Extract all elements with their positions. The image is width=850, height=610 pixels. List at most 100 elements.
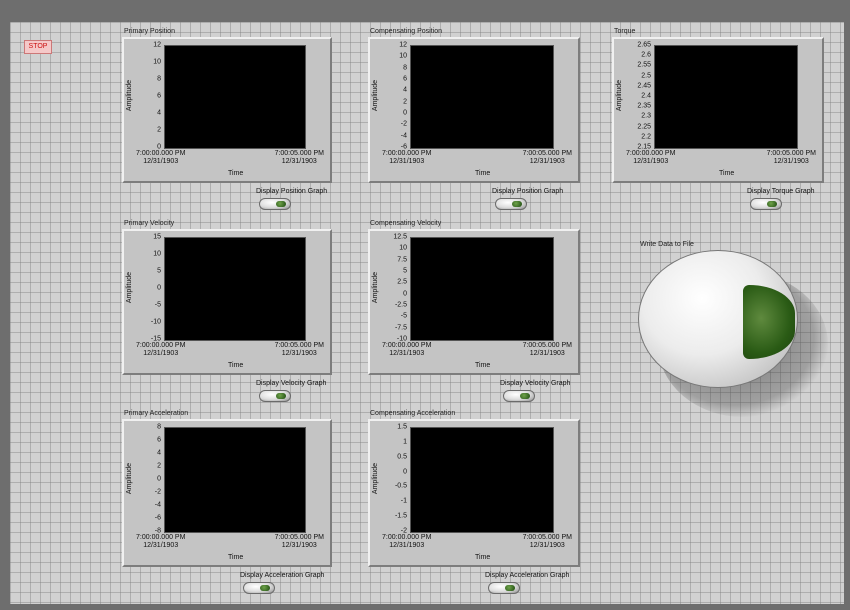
x-end-date: 12/31/1903 bbox=[281, 158, 317, 165]
x-end-time: 7:00:05.000 PM bbox=[274, 150, 324, 157]
x-axis-label: Time bbox=[475, 554, 491, 561]
x-end-date: 12/31/1903 bbox=[529, 542, 565, 549]
x-end-date: 12/31/1903 bbox=[281, 350, 317, 357]
x-start-time: 7:00:00.000 PM bbox=[382, 150, 432, 157]
x-end-time: 7:00:05.000 PM bbox=[522, 342, 572, 349]
y-tick-label: 4 bbox=[403, 86, 407, 94]
plot-area[interactable] bbox=[410, 237, 554, 341]
x-start-label: 7:00:00.000 PM 12/31/1903 bbox=[382, 342, 431, 358]
graph-title: Compensating Acceleration bbox=[370, 410, 456, 417]
x-end-date: 12/31/1903 bbox=[281, 542, 317, 549]
x-axis-label: Time bbox=[719, 170, 735, 177]
primary-position-graph: Primary Position 12 10 8 6 4 2 0 Amplitude 7:00:0… bbox=[122, 28, 332, 183]
x-start-label: 7:00:00.000 PM 12/31/1903 bbox=[136, 150, 185, 166]
y-tick-label: 2.5 bbox=[641, 72, 651, 80]
plot-area[interactable] bbox=[654, 45, 798, 149]
y-tick-label: 8 bbox=[157, 75, 161, 83]
y-tick-label: 2.55 bbox=[637, 61, 651, 69]
x-start-date: 12/31/1903 bbox=[389, 158, 425, 165]
display-graph-toggle-label: Display Acceleration Graph bbox=[485, 572, 570, 579]
graph-title: Primary Velocity bbox=[124, 220, 175, 227]
x-start-time: 7:00:00.000 PM bbox=[136, 534, 186, 541]
y-tick-label: 6 bbox=[157, 436, 161, 444]
y-tick-label: 10 bbox=[399, 52, 407, 60]
compensating-acceleration-graph: Compensating Acceleration 1.5 1 0.5 0 -0.5 -1 -… bbox=[368, 410, 580, 567]
y-tick-label: 4 bbox=[157, 449, 161, 457]
y-tick-label: -4 bbox=[154, 501, 161, 509]
y-tick-label: -2 bbox=[154, 488, 161, 496]
display-graph-toggle-label: Display Velocity Graph bbox=[500, 380, 571, 387]
display-graph-toggle[interactable] bbox=[243, 580, 277, 594]
y-tick-label: -1 bbox=[400, 497, 407, 505]
display-graph-toggle[interactable] bbox=[259, 196, 293, 210]
y-tick-label: 0 bbox=[403, 290, 407, 298]
compensating-position-graph: Compensating Position 12 10 8 6 4 2 0 -2 -4 -6 Ampl… bbox=[368, 28, 580, 183]
plot-area[interactable] bbox=[410, 45, 554, 149]
x-start-time: 7:00:00.000 PM bbox=[136, 342, 186, 349]
display-graph-toggle[interactable] bbox=[495, 196, 529, 210]
x-start-date: 12/31/1903 bbox=[143, 542, 179, 549]
plot-area[interactable] bbox=[164, 45, 306, 149]
x-end-label: 7:00:05.000 PM 12/31/1903 bbox=[523, 150, 572, 166]
x-start-label: 7:00:00.000 PM 12/31/1903 bbox=[626, 150, 675, 166]
stop-button[interactable]: STOP bbox=[24, 40, 52, 54]
y-tick-label: 2.4 bbox=[641, 92, 651, 100]
y-tick-label: 7.5 bbox=[397, 256, 407, 264]
y-tick-label: -5 bbox=[154, 301, 161, 309]
x-start-date: 12/31/1903 bbox=[143, 350, 179, 357]
y-tick-label: 4 bbox=[157, 109, 161, 117]
plot-area[interactable] bbox=[410, 427, 554, 533]
x-start-time: 7:00:00.000 PM bbox=[626, 150, 676, 157]
x-end-time: 7:00:05.000 PM bbox=[766, 150, 816, 157]
display-graph-toggle[interactable] bbox=[259, 388, 293, 402]
display-graph-toggle[interactable] bbox=[503, 388, 537, 402]
display-graph-toggle[interactable] bbox=[488, 580, 522, 594]
y-tick-label: 1 bbox=[403, 438, 407, 446]
display-graph-toggle-label: Display Position Graph bbox=[256, 188, 328, 195]
y-axis-label: Amplitude bbox=[126, 79, 134, 112]
led-indicator-icon bbox=[260, 585, 270, 591]
x-end-label: 7:00:05.000 PM 12/31/1903 bbox=[523, 342, 572, 358]
toggle-body bbox=[495, 198, 527, 210]
display-graph-toggle-label: Display Position Graph bbox=[492, 188, 564, 195]
display-graph-toggle-label: Display Velocity Graph bbox=[256, 380, 327, 387]
toggle-body bbox=[259, 198, 291, 210]
y-tick-label: 6 bbox=[157, 92, 161, 100]
y-tick-label: 10 bbox=[153, 58, 161, 66]
x-start-label: 7:00:00.000 PM 12/31/1903 bbox=[136, 342, 185, 358]
y-axis-label: Amplitude bbox=[126, 271, 134, 304]
x-axis-label: Time bbox=[475, 170, 491, 177]
led-indicator-icon bbox=[276, 201, 286, 207]
display-graph-toggle[interactable] bbox=[750, 196, 784, 210]
y-tick-label: 12 bbox=[399, 41, 407, 49]
led-indicator-icon bbox=[520, 393, 530, 399]
y-tick-label: -5 bbox=[400, 312, 407, 320]
y-axis-label: Amplitude bbox=[372, 462, 380, 495]
x-end-date: 12/31/1903 bbox=[529, 158, 565, 165]
y-tick-label: -4 bbox=[400, 132, 407, 140]
x-start-date: 12/31/1903 bbox=[389, 542, 425, 549]
plot-area[interactable] bbox=[164, 427, 306, 533]
x-start-date: 12/31/1903 bbox=[143, 158, 179, 165]
x-axis-label: Time bbox=[228, 170, 244, 177]
y-tick-label: 10 bbox=[153, 250, 161, 258]
button-face bbox=[638, 250, 798, 388]
write-data-button[interactable] bbox=[638, 250, 828, 420]
x-axis-label: Time bbox=[228, 362, 244, 369]
x-end-date: 12/31/1903 bbox=[773, 158, 809, 165]
x-end-time: 7:00:05.000 PM bbox=[274, 342, 324, 349]
toggle-body bbox=[259, 390, 291, 402]
y-tick-label: 0 bbox=[403, 468, 407, 476]
y-tick-label: 2 bbox=[157, 126, 161, 134]
y-tick-label: 2 bbox=[403, 98, 407, 106]
y-tick-label: 0 bbox=[403, 109, 407, 117]
compensating-velocity-graph: Compensating Velocity 12.5 10 7.5 5 2.5 0 -2.5 -… bbox=[368, 220, 580, 375]
plot-area[interactable] bbox=[164, 237, 306, 341]
window-frame: STOP Primary Position 12 10 8 6 4 2 0 Amplitude 7… bbox=[0, 0, 850, 610]
y-tick-label: 15 bbox=[153, 233, 161, 241]
torque-graph: Torque 2.65 2.6 2.55 2.5 2.45 2.4 2.35 2.3 2.25 2.… bbox=[612, 28, 824, 183]
graph-title: Primary Position bbox=[124, 28, 175, 35]
display-graph-toggle-label: Display Torque Graph bbox=[747, 188, 815, 195]
x-end-time: 7:00:05.000 PM bbox=[274, 534, 324, 541]
y-tick-label: 5 bbox=[157, 267, 161, 275]
